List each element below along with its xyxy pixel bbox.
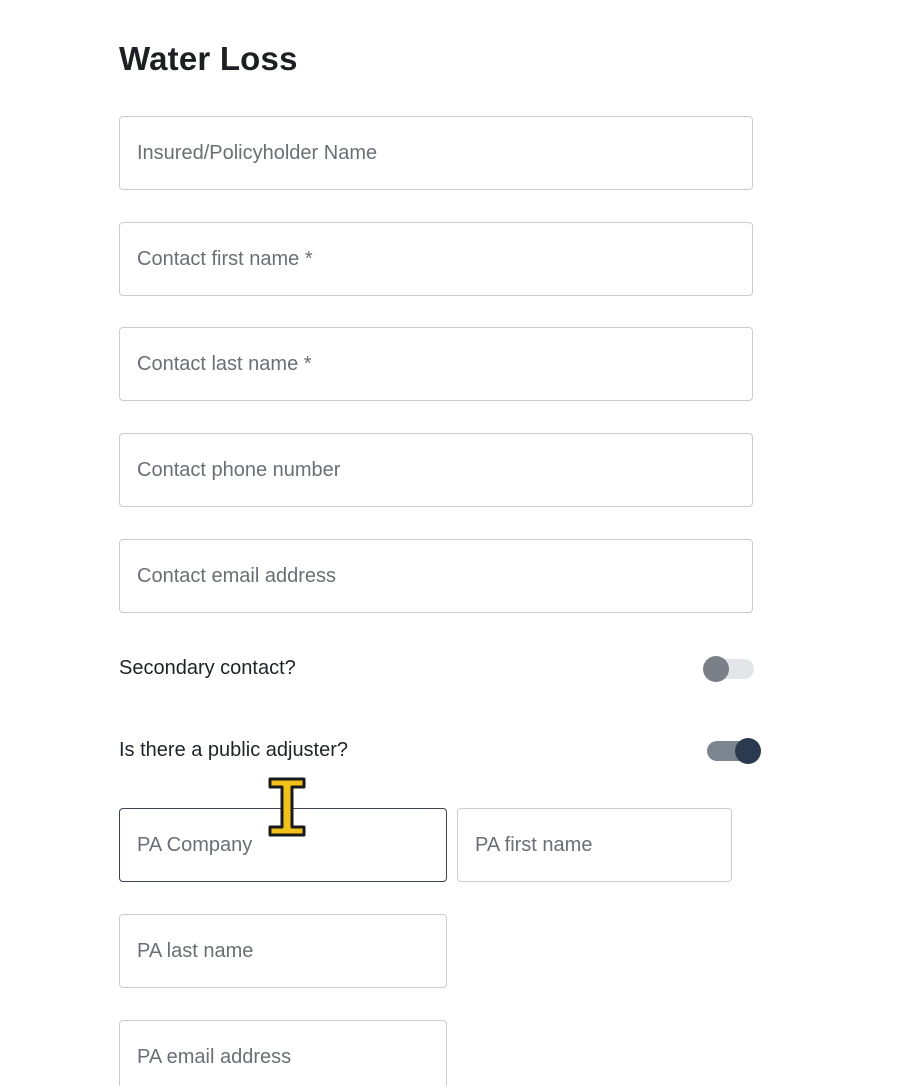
- public-adjuster-label: Is there a public adjuster?: [119, 739, 349, 761]
- toggle-knob: [735, 738, 761, 764]
- contact-phone-input[interactable]: [119, 433, 753, 507]
- pa-email-input[interactable]: [119, 1020, 447, 1086]
- contact-last-name-input[interactable]: [119, 327, 753, 401]
- pa-company-input[interactable]: [119, 808, 447, 882]
- public-adjuster-toggle[interactable]: [707, 738, 761, 764]
- page-title: Water Loss: [119, 40, 298, 77]
- contact-first-name-input[interactable]: [119, 222, 753, 296]
- secondary-contact-label: Secondary contact?: [119, 657, 296, 679]
- insured-name-input[interactable]: [119, 116, 753, 190]
- toggle-knob: [703, 656, 729, 682]
- pa-first-name-input[interactable]: [457, 808, 732, 882]
- secondary-contact-toggle[interactable]: [703, 656, 754, 682]
- water-loss-form: Water Loss Secondary contact? Is there a…: [0, 0, 921, 1086]
- contact-email-input[interactable]: [119, 539, 753, 613]
- pa-last-name-input[interactable]: [119, 914, 447, 988]
